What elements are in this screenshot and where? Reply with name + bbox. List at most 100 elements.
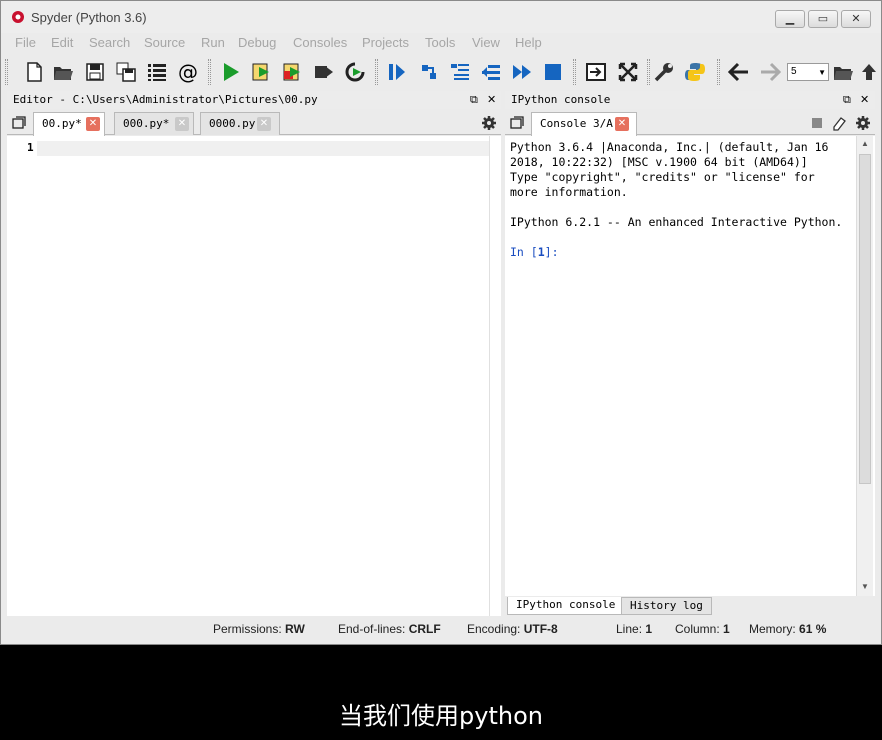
toolbar-grip[interactable]: [375, 59, 378, 85]
save-button[interactable]: [83, 60, 107, 84]
close-pane-icon[interactable]: ✕: [860, 91, 869, 109]
editor-tab-0000py[interactable]: 0000.py ✕: [200, 112, 280, 135]
step-into-icon: [451, 64, 469, 80]
console-tab-3a[interactable]: Console 3/A ✕: [531, 112, 637, 136]
fullscreen-button[interactable]: [616, 60, 640, 84]
working-directory-combobox[interactable]: 5 ▼: [787, 63, 829, 81]
current-line-highlight: [37, 141, 489, 156]
editor-tab-00py[interactable]: 00.py* ✕: [33, 112, 105, 136]
wrench-icon: [654, 63, 673, 82]
undock-icon[interactable]: ⧉: [843, 91, 851, 109]
forward-button[interactable]: [758, 60, 782, 84]
spyder-window: Spyder (Python 3.6) ▁ ▭ ✕ File Edit Sear…: [0, 0, 882, 645]
step-return-icon: [482, 65, 500, 80]
new-file-button[interactable]: [22, 60, 46, 84]
run-cell-button[interactable]: [250, 60, 274, 84]
minimize-button[interactable]: ▁: [775, 10, 805, 28]
close-tab-icon[interactable]: ✕: [257, 117, 271, 131]
scroll-down-icon[interactable]: ▼: [861, 582, 869, 591]
step-return-button[interactable]: [479, 60, 503, 84]
eraser-icon[interactable]: [831, 115, 847, 131]
open-folder-icon: [54, 67, 73, 80]
fullscreen-icon: [618, 62, 638, 82]
console-vertical-scrollbar[interactable]: ▲ ▼: [856, 136, 873, 596]
parent-directory-button[interactable]: [857, 60, 881, 84]
prompt-prefix: In [: [510, 245, 538, 259]
toolbar-grip[interactable]: [573, 59, 576, 85]
undock-icon[interactable]: ⧉: [470, 91, 478, 109]
console-input-prompt: In [1]:: [510, 245, 559, 259]
toolbar-grip[interactable]: [647, 59, 650, 85]
editor-tab-000py[interactable]: 000.py* ✕: [114, 112, 194, 135]
prompt-suffix: ]:: [544, 245, 559, 259]
close-tab-icon[interactable]: ✕: [615, 117, 629, 131]
file-list-button[interactable]: [145, 60, 169, 84]
status-value: RW: [285, 622, 305, 636]
email-button[interactable]: @: [176, 60, 200, 84]
debug-button[interactable]: [385, 60, 409, 84]
menu-projects[interactable]: Projects: [362, 35, 409, 50]
browse-tabs-icon[interactable]: [509, 115, 525, 131]
tab-ipython-console[interactable]: IPython console: [507, 597, 625, 615]
close-pane-icon[interactable]: ✕: [487, 91, 496, 109]
console-pane-header: IPython console ⧉ ✕: [505, 91, 875, 109]
run-selection-button[interactable]: [312, 60, 336, 84]
toolbar-grip[interactable]: [5, 59, 8, 85]
save-icon: [86, 63, 104, 81]
status-end-of-lines: End-of-lines: CRLF: [338, 622, 441, 636]
menu-tools[interactable]: Tools: [425, 35, 455, 50]
gear-icon[interactable]: [481, 115, 497, 131]
status-memory: Memory: 61 %: [749, 622, 826, 636]
toolbar: @ 5 ▼: [1, 55, 881, 89]
menu-search[interactable]: Search: [89, 35, 130, 50]
continue-button[interactable]: [510, 60, 534, 84]
close-window-button[interactable]: ✕: [841, 10, 871, 28]
back-button[interactable]: [727, 60, 751, 84]
code-editor[interactable]: 1: [7, 136, 501, 616]
browse-tabs-icon[interactable]: [11, 115, 27, 131]
run-play-icon: [224, 63, 239, 81]
menu-consoles[interactable]: Consoles: [293, 35, 347, 50]
toolbar-grip[interactable]: [717, 59, 720, 85]
scroll-up-icon[interactable]: ▲: [861, 139, 869, 148]
rerun-icon: [345, 62, 365, 82]
ipython-console-output[interactable]: Python 3.6.4 |Anaconda, Inc.| (default, …: [505, 136, 875, 596]
step-button[interactable]: [417, 60, 441, 84]
stop-icon[interactable]: [809, 115, 825, 131]
menu-help[interactable]: Help: [515, 35, 542, 50]
menu-view[interactable]: View: [472, 35, 500, 50]
line-number-gutter: 1: [7, 136, 37, 616]
menu-run[interactable]: Run: [201, 35, 225, 50]
menu-debug[interactable]: Debug: [238, 35, 276, 50]
browse-directory-button[interactable]: [831, 60, 855, 84]
step-icon: [422, 65, 436, 79]
console-line: Type "copyright", "credits" or "license"…: [510, 170, 815, 184]
save-all-button[interactable]: [114, 60, 138, 84]
maximize-button[interactable]: ▭: [808, 10, 838, 28]
menu-file[interactable]: File: [15, 35, 36, 50]
scrollbar-thumb[interactable]: [859, 154, 871, 484]
gear-icon[interactable]: [855, 115, 871, 131]
maximize-pane-button[interactable]: [584, 60, 608, 84]
stop-debug-button[interactable]: [541, 60, 565, 84]
menu-source[interactable]: Source: [144, 35, 185, 50]
status-label: Memory:: [749, 622, 796, 636]
open-file-button[interactable]: [51, 60, 75, 84]
menu-edit[interactable]: Edit: [51, 35, 73, 50]
rerun-button[interactable]: [343, 60, 367, 84]
step-into-button[interactable]: [448, 60, 472, 84]
status-label: Line:: [616, 622, 643, 636]
status-label: Permissions:: [213, 622, 282, 636]
save-all-icon: [116, 62, 136, 82]
close-tab-icon[interactable]: ✕: [175, 117, 189, 131]
tab-history-log[interactable]: History log: [621, 597, 712, 615]
status-label: Encoding:: [467, 622, 521, 636]
run-button[interactable]: [219, 60, 243, 84]
run-cell-advance-button[interactable]: [281, 60, 305, 84]
close-tab-icon[interactable]: ✕: [86, 117, 100, 131]
python-path-button[interactable]: [683, 60, 707, 84]
preferences-button[interactable]: [652, 60, 676, 84]
toolbar-grip[interactable]: [208, 59, 211, 85]
status-value: 1: [723, 622, 730, 636]
editor-pane-header: Editor - C:\Users\Administrator\Pictures…: [7, 91, 501, 109]
